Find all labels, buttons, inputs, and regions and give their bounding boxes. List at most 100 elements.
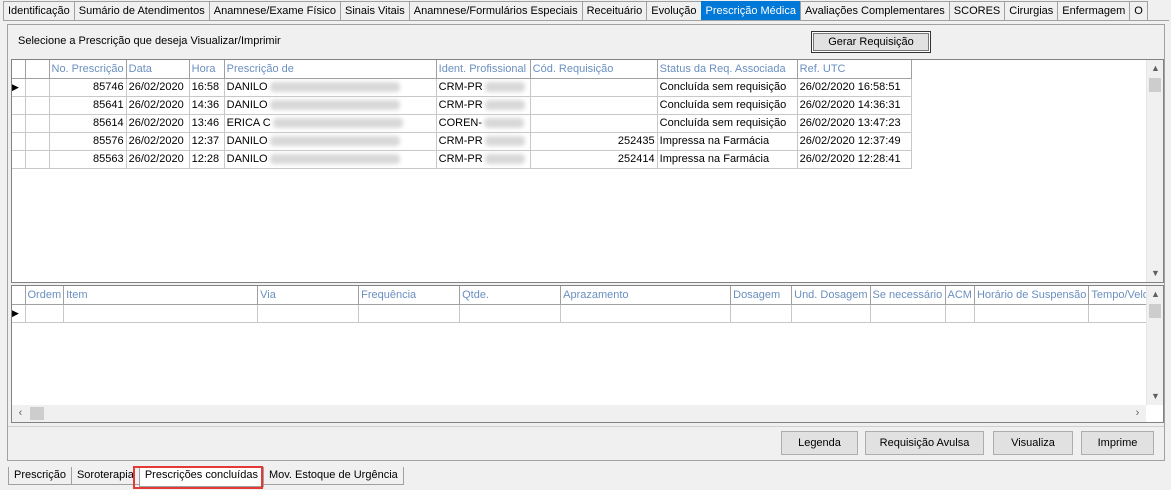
column-header[interactable]: Status da Req. Associada <box>657 60 798 79</box>
scroll-down-arrow-icon[interactable]: ▼ <box>1147 388 1163 405</box>
top-tab-strip: Identificação Sumário de Atendimentos Anam… <box>3 1 1169 21</box>
table-row[interactable]: ▶ <box>12 304 1152 323</box>
column-header[interactable]: Dosagem <box>730 286 793 305</box>
legenda-button[interactable]: Legenda <box>781 431 858 455</box>
tab-9[interactable]: SCORES <box>948 1 1006 20</box>
tab-7[interactable]: Prescrição Médica <box>700 1 801 21</box>
time-cell-text: 13:46 <box>191 117 220 129</box>
requisicao-avulsa-button[interactable]: Requisição Avulsa <box>865 431 984 455</box>
scroll-thumb[interactable] <box>1149 78 1161 92</box>
column-header[interactable]: Frequência <box>358 286 461 305</box>
utc-cell: 26/02/2020 16:58:51 <box>797 78 912 97</box>
empty-cell <box>974 304 1090 323</box>
date-cell-text: 26/02/2020 <box>128 81 184 93</box>
column-header[interactable]: Prescrição de <box>224 60 437 79</box>
prescriber-cell-text: DANILO <box>226 153 268 165</box>
tab-4[interactable]: Anamnese/Formulários Especiais <box>408 1 583 20</box>
bottom-tab-1[interactable]: Soroterapia <box>70 467 140 485</box>
column-header[interactable]: Aprazamento <box>560 286 732 305</box>
table-row[interactable]: 85614 26/02/2020 13:46 ERICA C COREN- Concluí… <box>12 114 912 133</box>
empty-cell <box>945 304 975 323</box>
professional-id-cell-text: CRM-PR <box>438 99 483 111</box>
column-header[interactable]: Via <box>257 286 360 305</box>
scroll-left-arrow-icon[interactable]: ‹ <box>12 405 29 422</box>
table-row[interactable]: 85641 26/02/2020 14:36 DANILO CRM-PR Concluíd… <box>12 96 912 115</box>
empty-cell <box>1088 304 1152 323</box>
date-cell-text: 26/02/2020 <box>128 153 184 165</box>
row-indicator <box>12 96 26 115</box>
prescriber-cell: DANILO <box>224 150 437 169</box>
tab-11[interactable]: Enfermagem <box>1057 1 1131 20</box>
prescriber-cell: ERICA C <box>224 114 437 133</box>
prescriptions-vertical-scrollbar[interactable]: ▲ ▼ <box>1146 60 1163 282</box>
items-vertical-scrollbar[interactable]: ▲ ▼ <box>1146 286 1163 405</box>
scroll-thumb[interactable] <box>1149 304 1161 318</box>
bottom-tab-strip: Prescrição Soroterapia Prescrições concluí… <box>8 467 404 487</box>
prescription-number-cell: 85576 <box>49 132 127 151</box>
prescription-number-cell-text: 85746 <box>93 81 124 93</box>
tab-12[interactable]: O <box>1129 1 1148 20</box>
prescriptions-grid[interactable]: No. Prescrição Data Hora Prescrição de Ident… <box>11 59 1164 283</box>
prescriber-cell: DANILO <box>224 96 437 115</box>
scroll-right-arrow-icon[interactable]: › <box>1129 405 1146 422</box>
prescription-items-grid[interactable]: Ordem Item Via Frequência Qtde. Aprazamento Do… <box>11 285 1164 423</box>
imprime-button[interactable]: Imprime <box>1081 431 1154 455</box>
bottom-tab-3[interactable]: Mov. Estoque de Urgência <box>262 467 404 485</box>
column-header[interactable]: Tempo/Velo <box>1088 286 1152 305</box>
tab-0[interactable]: Identificação <box>3 1 75 20</box>
redacted-text <box>484 82 525 93</box>
scroll-down-arrow-icon[interactable]: ▼ <box>1147 265 1163 282</box>
column-header[interactable]: Horário de Suspensão <box>974 286 1090 305</box>
scroll-thumb[interactable] <box>30 407 44 420</box>
gerar-requisicao-button[interactable]: Gerar Requisição <box>811 31 931 53</box>
scroll-up-arrow-icon[interactable]: ▲ <box>1147 60 1163 77</box>
utc-cell-text: 26/02/2020 16:58:51 <box>799 81 901 93</box>
tab-5[interactable]: Receituário <box>581 1 648 20</box>
redacted-text <box>269 136 400 147</box>
blank-header <box>25 60 50 79</box>
row-indicator-header <box>12 286 26 305</box>
redacted-text <box>484 118 525 129</box>
empty-cell <box>257 304 360 323</box>
column-header[interactable]: Ordem <box>25 286 65 305</box>
time-cell: 13:46 <box>189 114 225 133</box>
column-header[interactable]: Ref. UTC <box>797 60 912 79</box>
professional-id-cell: CRM-PR <box>436 150 531 169</box>
table-row[interactable]: ▶ 85746 26/02/2020 16:58 DANILO CRM-PR Concluí… <box>12 78 912 97</box>
visualiza-button[interactable]: Visualiza <box>993 431 1073 455</box>
status-cell-text: Impressa na Farmácia <box>659 135 770 147</box>
empty-cell <box>63 304 259 323</box>
scroll-up-arrow-icon[interactable]: ▲ <box>1147 286 1163 303</box>
column-header[interactable]: Data <box>126 60 190 79</box>
empty-cell <box>870 304 946 323</box>
column-header[interactable]: Ident. Profissional <box>436 60 531 79</box>
column-header[interactable]: Qtde. <box>459 286 562 305</box>
column-header[interactable]: Hora <box>189 60 225 79</box>
table-row[interactable]: 85563 26/02/2020 12:28 DANILO CRM-PR 252414 Im… <box>12 150 912 169</box>
status-cell-text: Impressa na Farmácia <box>659 153 770 165</box>
tab-2[interactable]: Anamnese/Exame Físico <box>208 1 342 20</box>
tab-1[interactable]: Sumário de Atendimentos <box>73 1 210 20</box>
prescriber-cell-text: DANILO <box>226 135 268 147</box>
items-horizontal-scrollbar[interactable]: ‹ › <box>12 405 1146 422</box>
column-header[interactable]: Und. Dosagem <box>791 286 871 305</box>
column-header[interactable]: Cód. Requisição <box>530 60 658 79</box>
tab-8[interactable]: Avaliações Complementares <box>799 1 950 20</box>
bottom-tab-2[interactable]: Prescrições concluídas <box>138 467 264 487</box>
action-bar <box>8 426 1164 460</box>
column-header[interactable]: No. Prescrição <box>49 60 127 79</box>
bottom-tab-0[interactable]: Prescrição <box>8 467 72 485</box>
column-header[interactable]: Item <box>63 286 259 305</box>
column-header[interactable]: ACM <box>945 286 975 305</box>
table-row[interactable]: 85576 26/02/2020 12:37 DANILO CRM-PR 252435 Im… <box>12 132 912 151</box>
prescriber-cell-text: ERICA C <box>226 117 271 129</box>
tab-3[interactable]: Sinais Vitais <box>340 1 410 20</box>
date-cell-text: 26/02/2020 <box>128 99 184 111</box>
utc-cell: 26/02/2020 13:47:23 <box>797 114 912 133</box>
prescription-number-cell-text: 85563 <box>93 153 124 165</box>
column-header[interactable]: Se necessário <box>870 286 946 305</box>
tab-10[interactable]: Cirurgias <box>1004 1 1059 20</box>
status-cell: Concluída sem requisição <box>657 96 798 115</box>
tab-6[interactable]: Evolução <box>646 1 702 20</box>
requisition-code-cell: 252414 <box>530 150 658 169</box>
